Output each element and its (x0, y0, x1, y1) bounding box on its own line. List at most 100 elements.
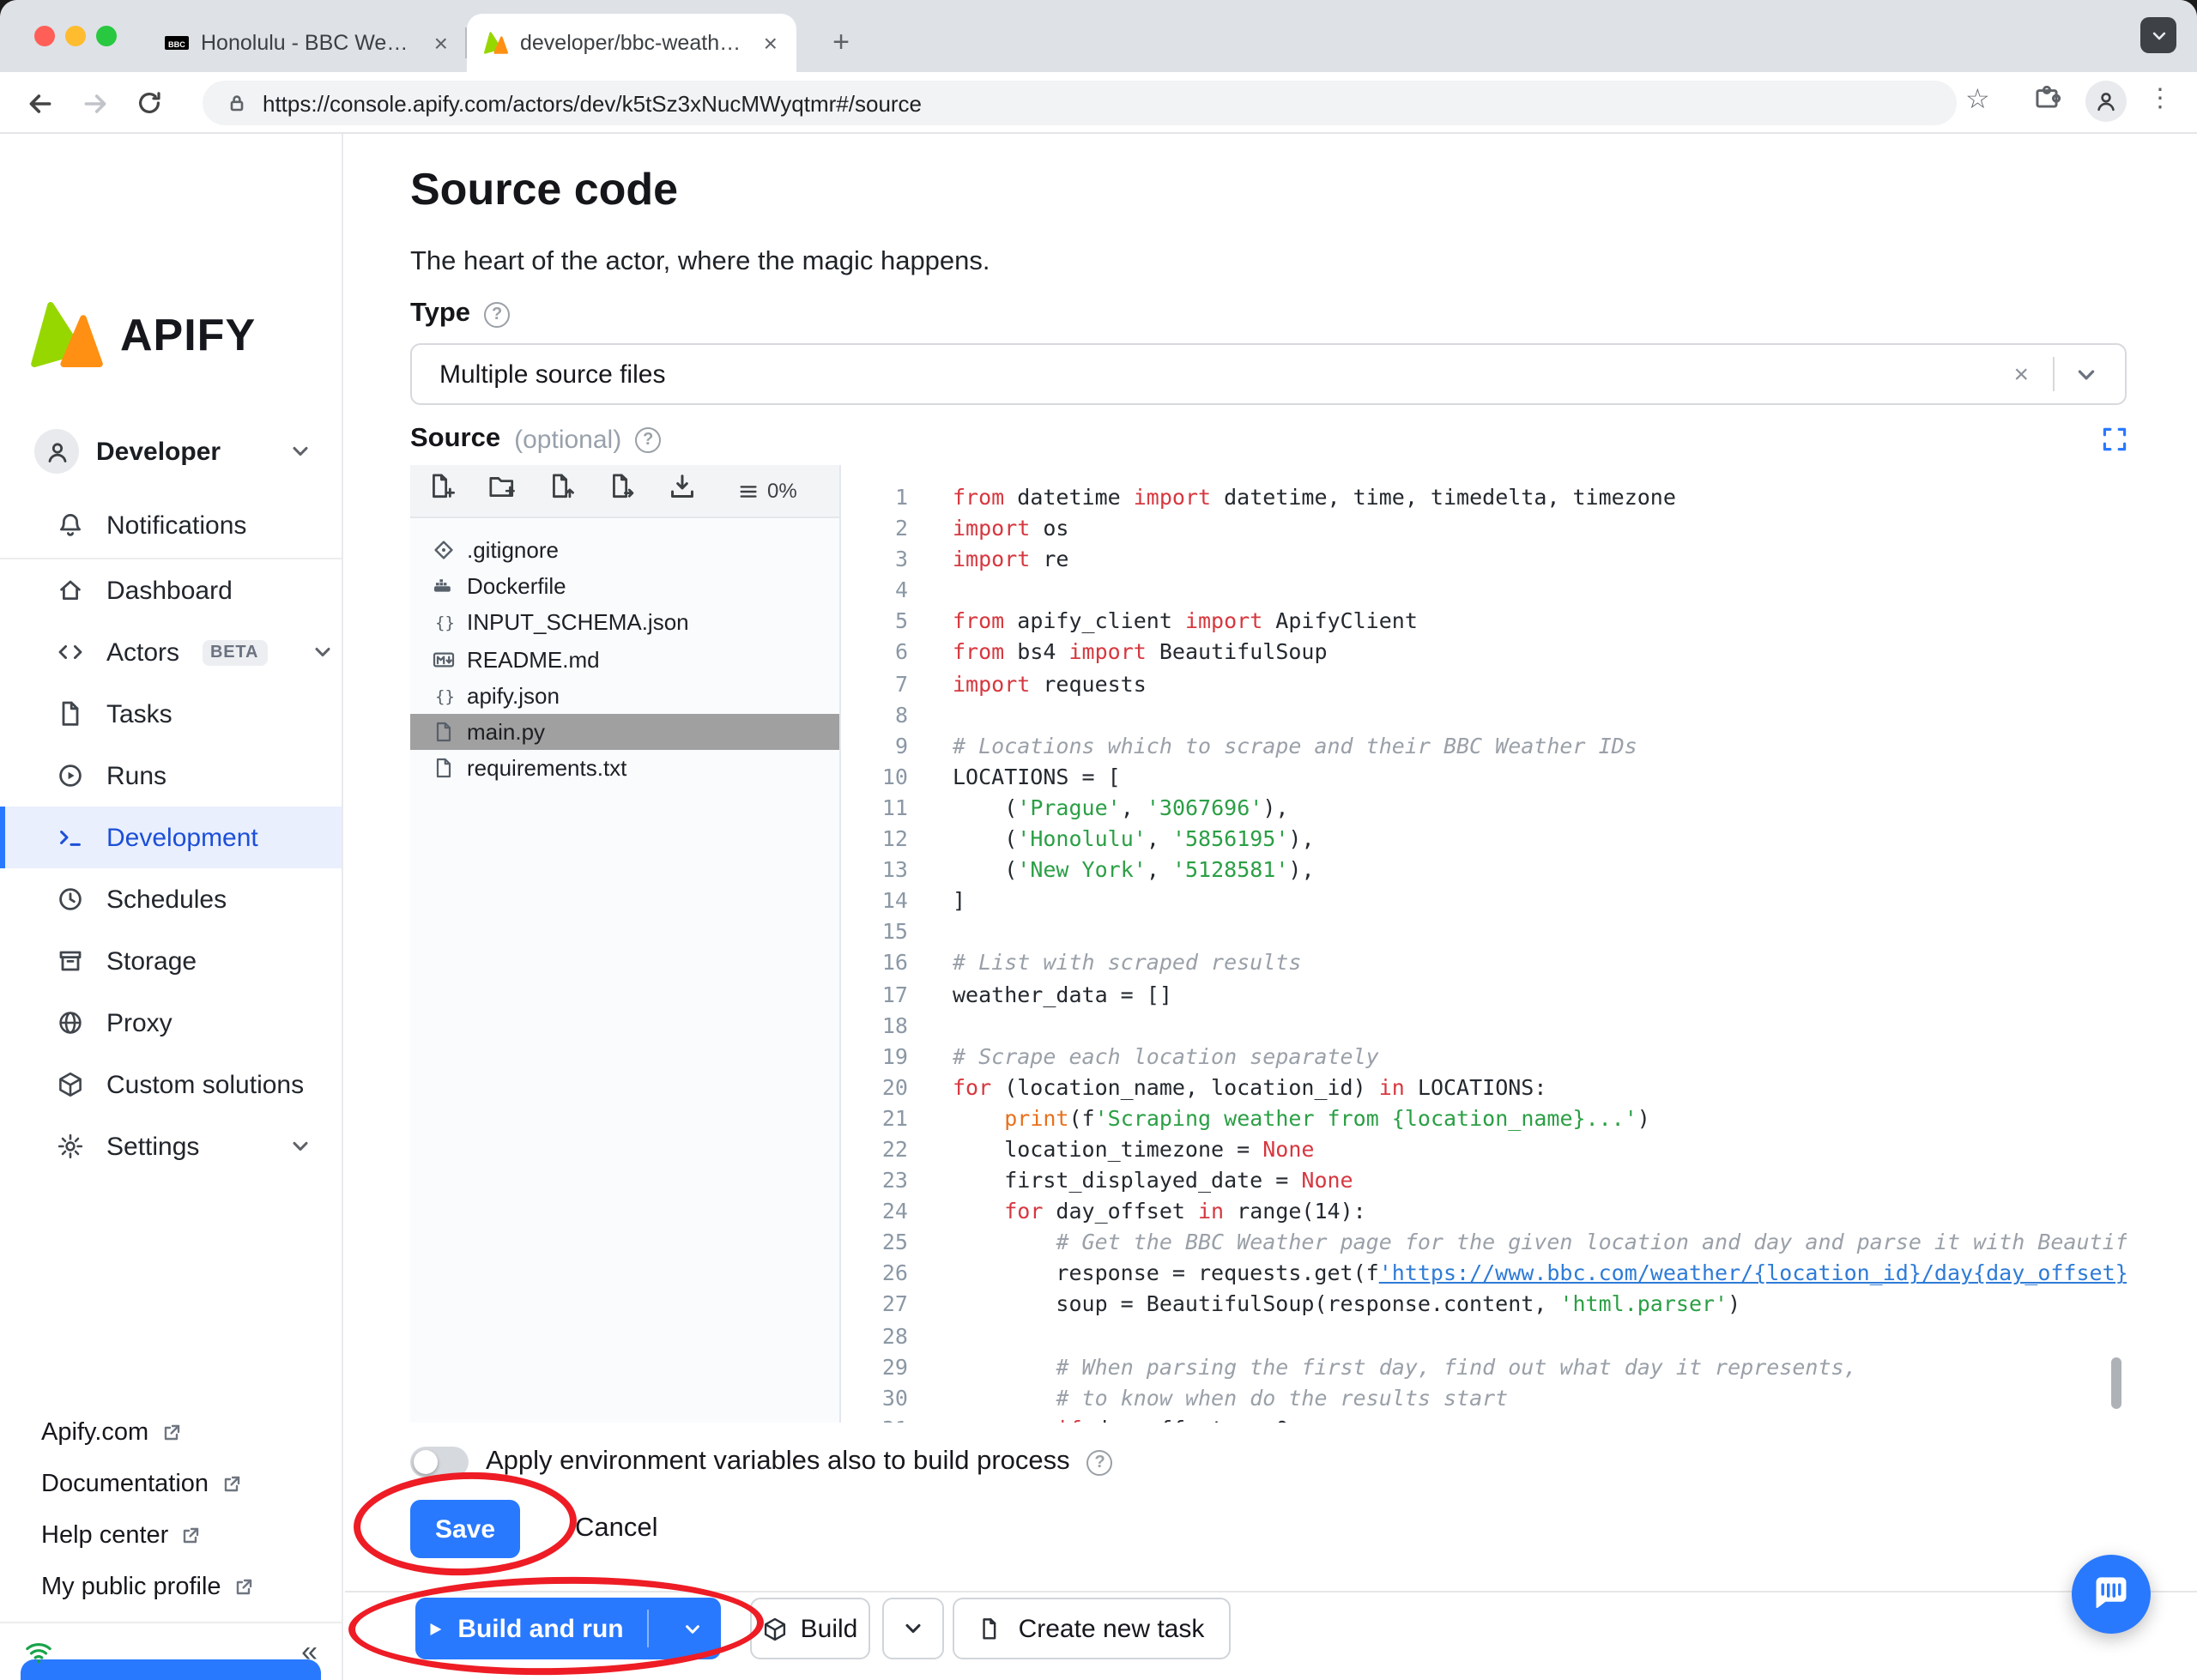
chevron-down-icon[interactable] (2075, 363, 2097, 385)
new-tab-button[interactable]: + (820, 22, 862, 63)
file-row-gitignore[interactable]: .gitignore (410, 532, 839, 568)
help-icon[interactable]: ? (484, 301, 511, 327)
code-token: None (1262, 1135, 1315, 1162)
editor-scrollbar-thumb[interactable] (2111, 1357, 2121, 1409)
external-link-icon (221, 1474, 241, 1495)
env-variables-toggle[interactable] (410, 1447, 469, 1478)
tab-apify-console[interactable]: developer/bbc-weather-scrape × (467, 14, 796, 72)
code-line: 31 if day_offset == 0: (841, 1414, 2127, 1423)
gear-icon (57, 1133, 84, 1160)
file-row-readme[interactable]: README.md (410, 641, 839, 677)
apify-logo[interactable]: APIFY (31, 302, 256, 367)
line-number: 13 (881, 856, 908, 883)
chevron-down-icon (2152, 31, 2165, 39)
code-text: # When parsing the first day, find out w… (953, 1351, 1856, 1382)
import-file-button[interactable] (608, 472, 637, 510)
sidebar-item-tasks[interactable]: Tasks (0, 683, 342, 745)
sidebar-item-settings[interactable]: Settings (0, 1115, 342, 1177)
url-bar[interactable]: https://console.apify.com/actors/dev/k5t… (203, 81, 1957, 125)
code-token: import (953, 670, 1031, 697)
sidebar-item-notifications[interactable]: Notifications (0, 494, 342, 556)
help-icon[interactable]: ? (635, 426, 662, 452)
line-number: 18 (881, 1012, 908, 1038)
sidebar-item-proxy[interactable]: Proxy (0, 992, 342, 1054)
back-button[interactable] (21, 84, 58, 122)
line-number: 22 (881, 1135, 908, 1162)
extensions-puzzle-icon[interactable] (2032, 82, 2061, 120)
zoom-window-button[interactable] (96, 26, 117, 46)
build-dropdown-button[interactable] (882, 1598, 944, 1659)
link-help-center[interactable]: Help center (0, 1510, 342, 1562)
chevron-down-icon (905, 1623, 921, 1634)
chevron-down-icon (290, 441, 311, 462)
file-row-apify-json[interactable]: {} apify.json (410, 678, 839, 714)
code-text: response = requests.get(f'https://www.bb… (953, 1259, 2127, 1290)
document-icon (57, 700, 84, 728)
sidebar-item-actors[interactable]: Actors BETA (0, 621, 342, 683)
play-circle-icon (57, 762, 84, 789)
code-token: ) (1637, 1104, 1650, 1131)
link-documentation[interactable]: Documentation (0, 1459, 342, 1510)
file-row-main-py[interactable]: main.py (410, 713, 839, 751)
json-file-icon: {} (433, 612, 455, 634)
cancel-button[interactable]: Cancel (548, 1500, 686, 1558)
file-row-dockerfile[interactable]: Dockerfile (410, 568, 839, 604)
file-row-input-schema[interactable]: {} INPUT_SCHEMA.json (410, 605, 839, 641)
bookmark-star-icon[interactable]: ☆ (1965, 82, 1990, 117)
chat-widget-button[interactable] (2072, 1555, 2151, 1634)
code-token: import (1184, 607, 1263, 634)
sidebar-item-label: Schedules (106, 885, 227, 914)
new-folder-button[interactable] (487, 472, 517, 510)
zoom-value: 0% (767, 479, 797, 503)
browser-menu-kebab-icon[interactable]: ⋮ (2147, 82, 2173, 113)
build-and-run-button[interactable]: Build and run (415, 1598, 721, 1659)
fullscreen-expand-icon[interactable] (2101, 426, 2128, 453)
sidebar-item-development[interactable]: Development (0, 807, 342, 868)
tab-search-button[interactable] (2140, 17, 2176, 53)
toggle-knob (414, 1450, 438, 1474)
sidebar-item-dashboard[interactable]: Dashboard (0, 559, 342, 621)
line-number: 12 (881, 825, 908, 852)
sidebar-item-custom-solutions[interactable]: Custom solutions (0, 1054, 342, 1115)
clear-selection-icon[interactable]: × (2013, 360, 2029, 389)
link-apify-com[interactable]: Apify.com (0, 1407, 342, 1459)
tab-bbc-weather[interactable]: BBC Honolulu - BBC Weather × (148, 14, 467, 72)
page-title: Source code (410, 163, 679, 215)
wifi-status-icon (24, 1637, 53, 1666)
zoom-control[interactable]: 0% (738, 479, 797, 503)
create-new-task-button[interactable]: Create new task (953, 1598, 1231, 1659)
sidebar-item-runs[interactable]: Runs (0, 745, 342, 807)
external-link-icon (160, 1423, 181, 1443)
code-editor[interactable]: 1 from datetime import datetime, time, ti… (841, 465, 2127, 1423)
new-file-button[interactable] (427, 472, 457, 510)
save-button[interactable]: Save (410, 1500, 520, 1558)
line-number: 3 (894, 546, 908, 572)
sidebar-item-schedules[interactable]: Schedules (0, 868, 342, 930)
code-token: ), (1288, 856, 1315, 883)
minimize-window-button[interactable] (65, 26, 86, 46)
code-token: from (953, 638, 1005, 665)
forward-button[interactable] (76, 84, 113, 122)
download-button[interactable] (668, 472, 697, 510)
collapse-sidebar-icon[interactable]: « (301, 1635, 318, 1669)
upload-file-button[interactable] (548, 472, 577, 510)
browser-profile-avatar[interactable] (2085, 81, 2127, 122)
code-token: 'Scraping weather from {location_name}..… (1094, 1104, 1637, 1131)
source-type-select[interactable]: Multiple source files × (410, 343, 2127, 405)
text-file-icon (433, 757, 455, 779)
code-token: , (1120, 794, 1147, 820)
build-button[interactable]: Build (750, 1598, 870, 1659)
build-and-run-dropdown[interactable] (663, 1598, 721, 1659)
code-line: 5 from apify_client import ApifyClient (841, 607, 2127, 638)
help-icon[interactable]: ? (1086, 1449, 1113, 1475)
tab-close-icon[interactable]: × (759, 29, 783, 57)
reload-button[interactable] (130, 84, 168, 122)
file-row-requirements[interactable]: requirements.txt (410, 750, 839, 786)
tab-close-icon[interactable]: × (429, 29, 453, 57)
sidebar-item-storage[interactable]: Storage (0, 930, 342, 992)
account-switcher[interactable]: Developer (0, 419, 342, 484)
link-my-public-profile[interactable]: My public profile (0, 1562, 342, 1613)
close-window-button[interactable] (34, 26, 55, 46)
